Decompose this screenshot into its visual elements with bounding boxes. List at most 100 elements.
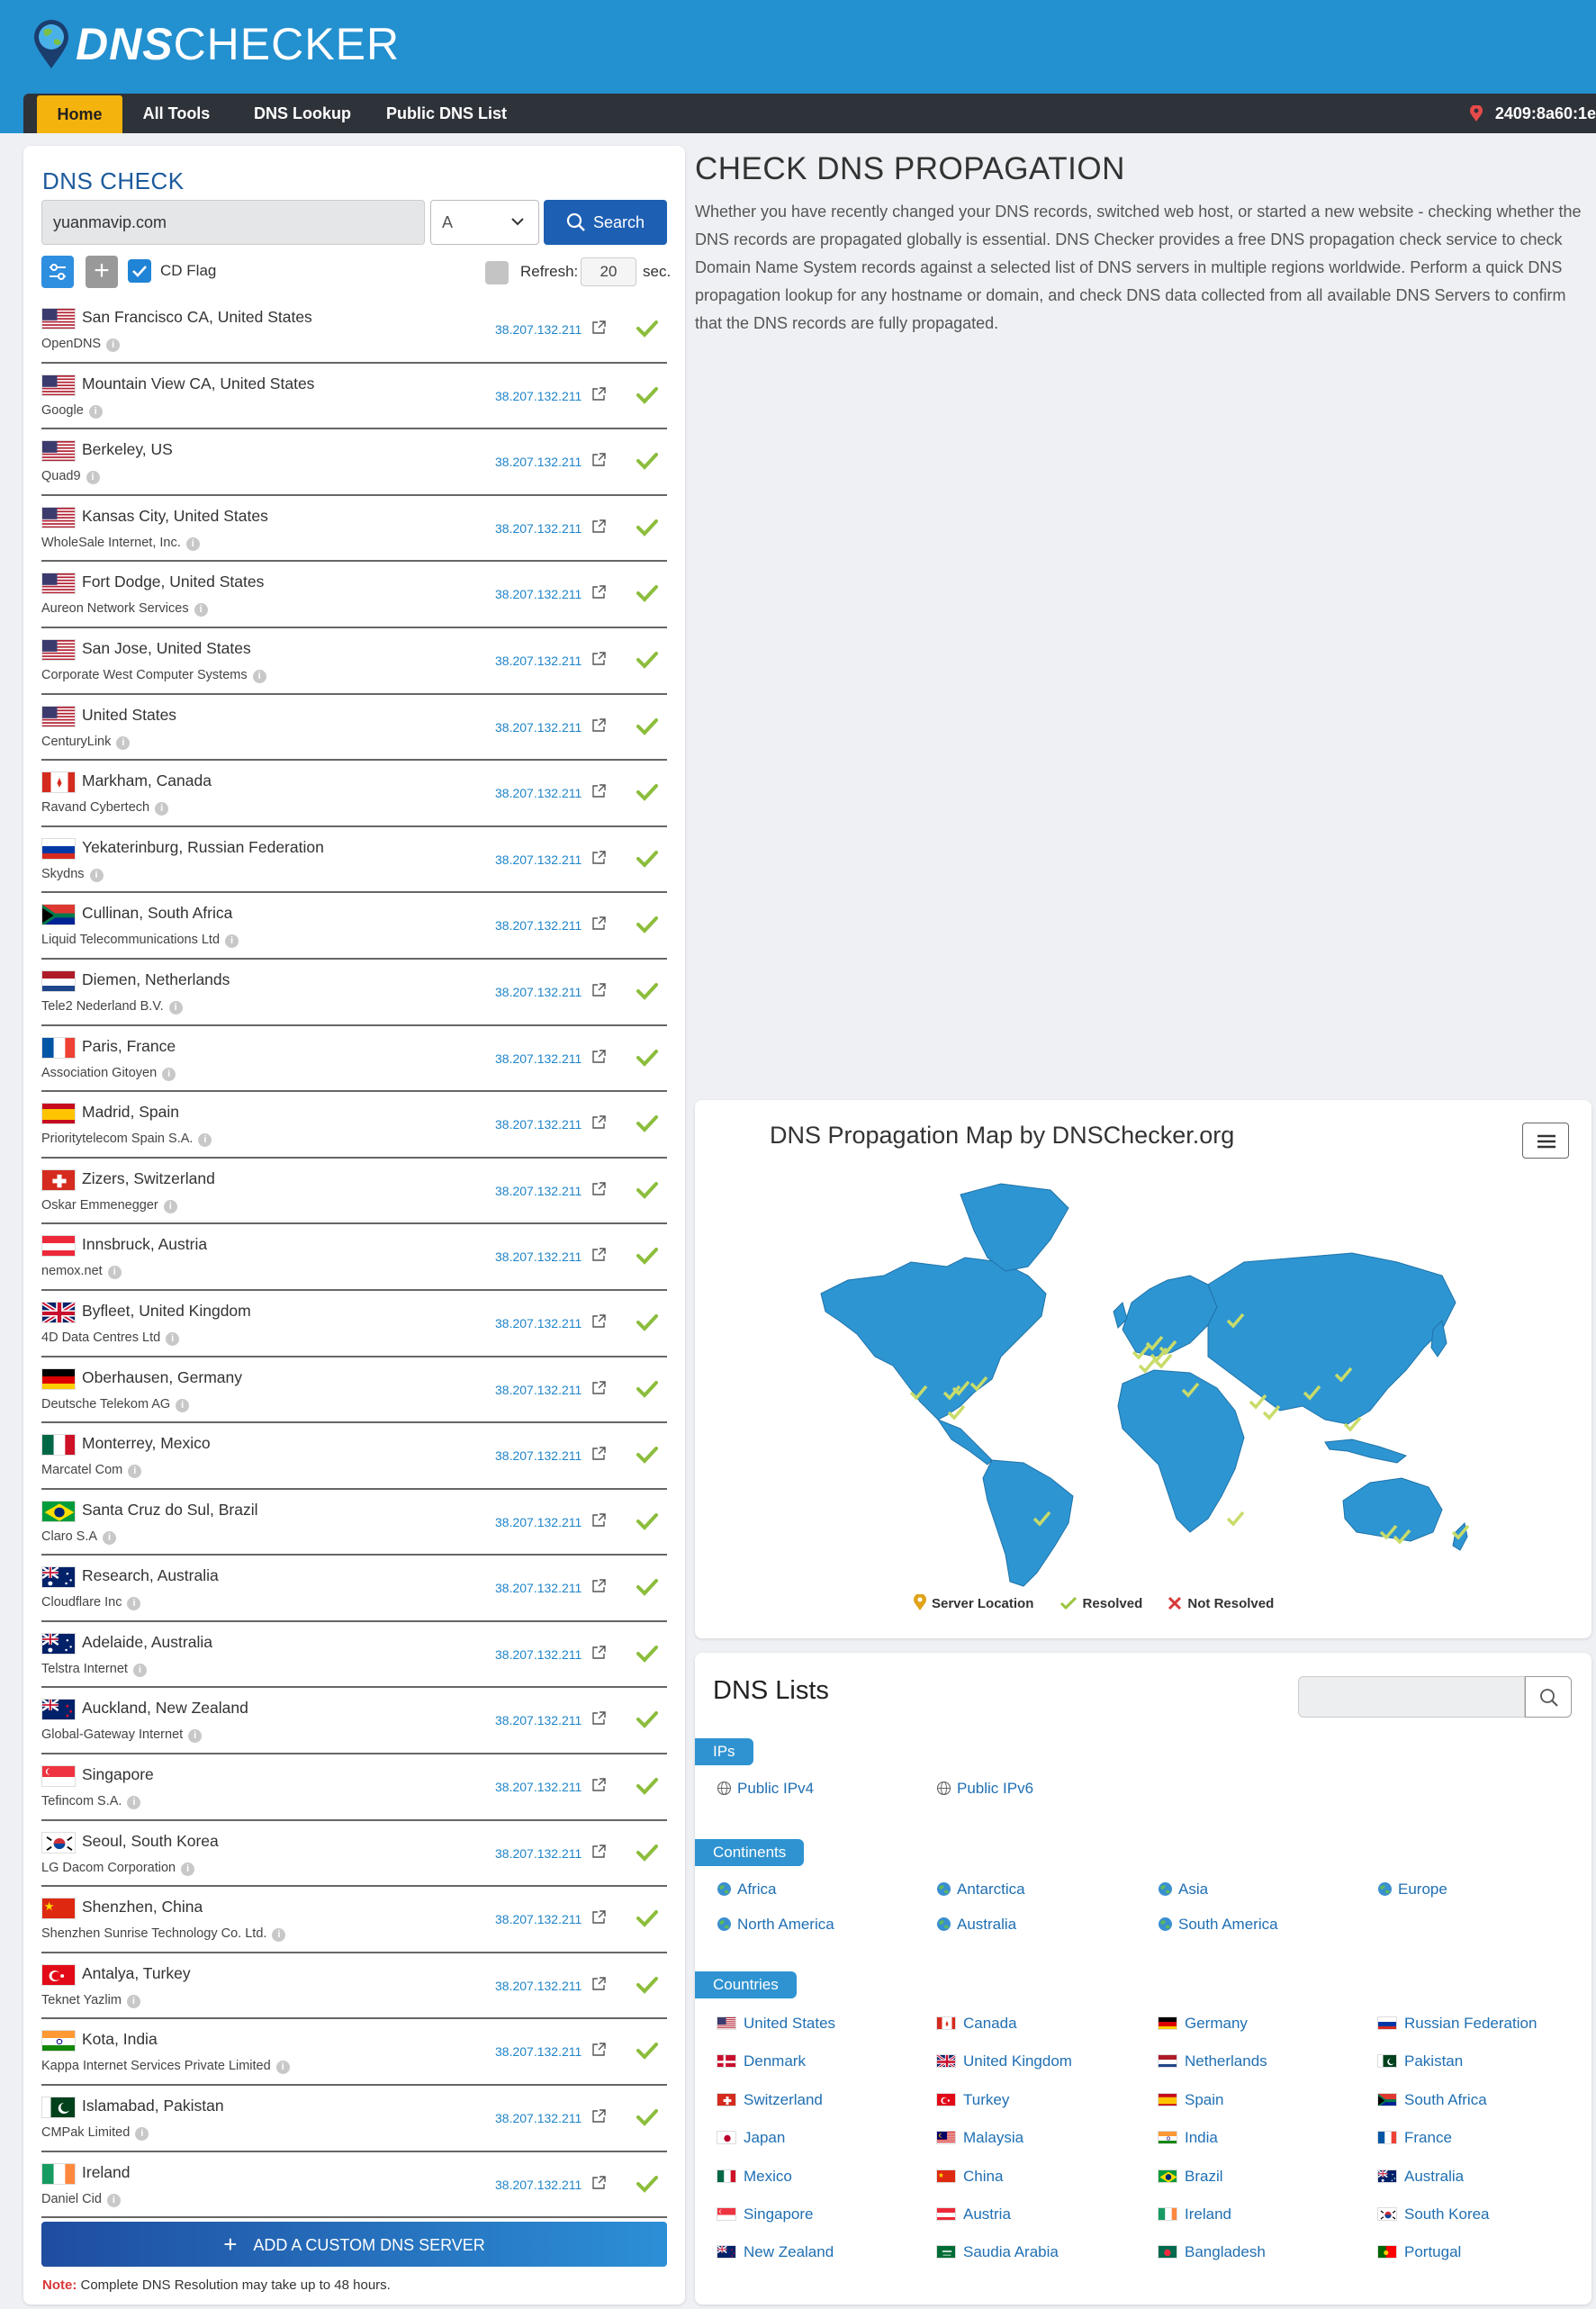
- external-link-icon[interactable]: [591, 850, 607, 865]
- country-link[interactable]: South Africa: [1377, 2091, 1487, 2109]
- info-icon[interactable]: i: [275, 2061, 290, 2075]
- nav-dns-lookup[interactable]: DNS Lookup: [244, 94, 361, 133]
- country-link[interactable]: Switzerland: [717, 2091, 823, 2109]
- external-link-icon[interactable]: [591, 584, 607, 600]
- refresh-interval-input[interactable]: 20: [581, 257, 636, 286]
- resolved-ip[interactable]: 38.207.132.211: [495, 1780, 582, 1794]
- resolved-ip[interactable]: 38.207.132.211: [495, 918, 582, 933]
- external-link-icon[interactable]: [591, 519, 607, 534]
- continent-link[interactable]: Africa: [717, 1881, 776, 1899]
- country-link[interactable]: United Kingdom: [936, 2052, 1072, 2070]
- continent-link[interactable]: Australia: [936, 1916, 1016, 1934]
- country-link[interactable]: United States: [717, 2015, 835, 2033]
- record-type-select[interactable]: A: [430, 200, 539, 245]
- info-icon[interactable]: i: [198, 1133, 212, 1148]
- info-icon[interactable]: i: [106, 338, 121, 352]
- info-icon[interactable]: i: [176, 1398, 190, 1412]
- lists-search-button[interactable]: [1525, 1676, 1572, 1718]
- info-icon[interactable]: i: [166, 1331, 180, 1346]
- external-link-icon[interactable]: [591, 915, 607, 931]
- info-icon[interactable]: i: [272, 1928, 286, 1943]
- add-button[interactable]: +: [86, 256, 118, 288]
- country-link[interactable]: Singapore: [717, 2205, 814, 2223]
- country-link[interactable]: Netherlands: [1158, 2052, 1267, 2070]
- info-icon[interactable]: i: [185, 537, 200, 551]
- info-icon[interactable]: i: [106, 2193, 121, 2207]
- info-icon[interactable]: i: [194, 603, 208, 618]
- info-icon[interactable]: i: [188, 1729, 203, 1744]
- world-map[interactable]: [812, 1177, 1469, 1591]
- country-link[interactable]: New Zealand: [717, 2243, 834, 2261]
- country-link[interactable]: Bangladesh: [1158, 2243, 1266, 2261]
- country-link[interactable]: Malaysia: [936, 2129, 1023, 2147]
- external-link-icon[interactable]: [591, 1976, 607, 1991]
- country-link[interactable]: Austria: [936, 2205, 1011, 2223]
- country-link[interactable]: Australia: [1377, 2168, 1464, 2186]
- resolved-ip[interactable]: 38.207.132.211: [495, 455, 582, 469]
- info-icon[interactable]: i: [162, 1067, 176, 1081]
- info-icon[interactable]: i: [126, 1994, 140, 2008]
- continent-link[interactable]: South America: [1158, 1916, 1278, 1934]
- resolved-ip[interactable]: 38.207.132.211: [495, 720, 582, 735]
- nav-home[interactable]: Home: [37, 95, 122, 133]
- map-menu-button[interactable]: [1522, 1123, 1569, 1159]
- external-link-icon[interactable]: [591, 2175, 607, 2190]
- resolved-ip[interactable]: 38.207.132.211: [495, 985, 582, 999]
- country-link[interactable]: Japan: [717, 2129, 785, 2147]
- info-icon[interactable]: i: [252, 669, 266, 683]
- resolved-ip[interactable]: 38.207.132.211: [495, 1979, 582, 1993]
- info-icon[interactable]: i: [168, 1000, 183, 1015]
- resolved-ip[interactable]: 38.207.132.211: [495, 786, 582, 800]
- nav-public-dns-list[interactable]: Public DNS List: [379, 94, 514, 133]
- info-icon[interactable]: i: [132, 1663, 147, 1677]
- country-link[interactable]: Ireland: [1158, 2205, 1231, 2223]
- continent-link[interactable]: Europe: [1377, 1881, 1447, 1899]
- resolved-ip[interactable]: 38.207.132.211: [495, 1249, 582, 1264]
- country-link[interactable]: Canada: [936, 2015, 1017, 2033]
- info-icon[interactable]: i: [181, 1862, 195, 1876]
- filter-settings-button[interactable]: [41, 256, 74, 288]
- external-link-icon[interactable]: [591, 386, 607, 401]
- resolved-marker[interactable]: [1138, 1357, 1157, 1374]
- resolved-ip[interactable]: 38.207.132.211: [495, 1515, 582, 1529]
- lists-search-input[interactable]: [1298, 1676, 1525, 1718]
- external-link-icon[interactable]: [591, 1114, 607, 1130]
- external-link-icon[interactable]: [591, 1777, 607, 1792]
- domain-input[interactable]: yuanmavip.com: [41, 200, 425, 245]
- external-link-icon[interactable]: [591, 452, 607, 467]
- nav-all-tools[interactable]: All Tools: [131, 94, 221, 133]
- info-icon[interactable]: i: [128, 1465, 142, 1479]
- site-logo[interactable]: DNSCHECKER: [31, 13, 400, 76]
- external-link-icon[interactable]: [591, 1181, 607, 1196]
- country-link[interactable]: Denmark: [717, 2052, 806, 2070]
- info-icon[interactable]: i: [107, 1266, 122, 1280]
- external-link-icon[interactable]: [591, 1247, 607, 1262]
- resolved-ip[interactable]: 38.207.132.211: [495, 2044, 582, 2059]
- country-link[interactable]: Brazil: [1158, 2168, 1223, 2186]
- country-link[interactable]: Spain: [1158, 2091, 1223, 2109]
- resolved-ip[interactable]: 38.207.132.211: [495, 1051, 582, 1066]
- country-link[interactable]: Pakistan: [1377, 2052, 1463, 2070]
- external-link-icon[interactable]: [591, 2108, 607, 2124]
- resolved-ip[interactable]: 38.207.132.211: [495, 521, 582, 536]
- resolved-marker[interactable]: [1226, 1511, 1245, 1527]
- resolved-ip[interactable]: 38.207.132.211: [495, 1117, 582, 1132]
- ip-list-link[interactable]: Public IPv6: [936, 1780, 1033, 1798]
- info-icon[interactable]: i: [135, 2127, 149, 2142]
- info-icon[interactable]: i: [116, 735, 131, 750]
- info-icon[interactable]: i: [88, 404, 103, 419]
- external-link-icon[interactable]: [591, 651, 607, 666]
- country-link[interactable]: South Korea: [1377, 2205, 1490, 2223]
- info-icon[interactable]: i: [155, 802, 169, 816]
- country-link[interactable]: France: [1377, 2129, 1452, 2147]
- country-link[interactable]: China: [936, 2168, 1003, 2186]
- resolved-ip[interactable]: 38.207.132.211: [495, 654, 582, 668]
- continent-link[interactable]: North America: [717, 1916, 834, 1934]
- resolved-ip[interactable]: 38.207.132.211: [495, 1647, 582, 1662]
- external-link-icon[interactable]: [591, 982, 607, 997]
- resolved-marker[interactable]: [1249, 1394, 1267, 1410]
- external-link-icon[interactable]: [591, 1578, 607, 1593]
- country-link[interactable]: Russian Federation: [1377, 2015, 1537, 2033]
- external-link-icon[interactable]: [591, 1049, 607, 1064]
- cd-flag-checkbox[interactable]: [128, 259, 151, 283]
